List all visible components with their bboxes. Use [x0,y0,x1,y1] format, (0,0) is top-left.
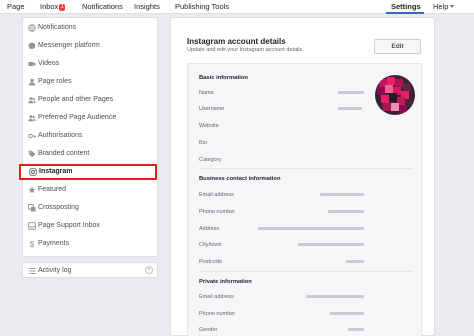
sidebar-item-label: Branded content [38,150,90,157]
tab-insights[interactable]: Insights [134,2,160,11]
sidebar-item-label: Page roles [38,78,72,85]
redacted-value [328,210,364,213]
inbox-badge: 1 [59,4,66,11]
tab-notifications[interactable]: Notifications [82,2,123,11]
sidebar-item-notifications[interactable]: Notifications [23,20,157,36]
account-details-card: Basic information Name Username Website … [187,63,422,336]
tab-help[interactable]: Help [433,2,455,11]
inbox-icon [28,222,36,230]
person-icon [28,78,36,86]
sidebar-item-label: Notifications [38,24,77,31]
sidebar-item-label: Featured [38,186,67,193]
video-icon [28,62,36,66]
sidebar-item-branded-content[interactable]: Branded content [23,146,157,162]
people-icon [28,97,36,104]
tab-help-label: Help [433,2,449,11]
redacted-value [306,295,364,298]
globe-icon [28,24,36,32]
field-label-postcode: Postcode [199,259,222,265]
sidebar-item-payments[interactable]: $ Payments [23,236,157,252]
field-label-gender: Gender [199,327,218,333]
sidebar-item-label: Videos [38,60,60,67]
top-navigation-bar: Page Inbox 1 Notifications Insights Publi… [0,0,474,14]
redacted-value [338,91,364,94]
field-label-email: Email address [199,192,234,198]
edit-button[interactable]: Edit [374,39,421,54]
instagram-icon [29,168,37,176]
sidebar-item-label: Activity log [38,267,72,274]
sidebar-item-label: Instagram [39,168,73,175]
tab-publishing-tools[interactable]: Publishing Tools [175,2,229,11]
sidebar-item-label: Authorisations [38,132,83,139]
expand-icon[interactable]: + [145,266,153,274]
page-title: Instagram account details [187,37,286,46]
profile-picture [375,75,415,115]
sidebar-item-label: Preferred Page Audience [38,114,117,121]
crossposting-icon [28,204,36,212]
field-label-private-phone: Phone number [199,311,236,317]
sidebar-item-label: People and other Pages [38,96,114,103]
sidebar-item-messenger-platform[interactable]: Messenger platform [23,38,157,54]
tag-icon [28,150,36,158]
redacted-value [346,260,364,263]
sidebar-item-label: Page Support Inbox [38,222,100,229]
list-icon [28,268,36,274]
tab-settings[interactable]: Settings [391,2,421,11]
tab-page[interactable]: Page [7,2,25,11]
field-label-address: Address [199,226,220,232]
sidebar-item-people-and-pages[interactable]: People and other Pages [23,92,157,108]
tab-inbox-label: Inbox [40,2,59,11]
page-subtitle: Update and edit your Instagram account d… [187,47,304,53]
sidebar-item-label: Crossposting [38,204,79,211]
sidebar-item-label: Messenger platform [38,42,100,49]
divider [199,168,413,169]
redacted-value [298,243,364,246]
sidebar-item-activity-log[interactable]: Activity log + [23,263,157,279]
settings-sidebar: Notifications Messenger platform Videos … [19,17,158,257]
blurred-avatar-image [375,75,415,115]
svg-text:$: $ [30,240,35,248]
field-label-category: Category [199,157,222,163]
activity-log-panel: Activity log + [22,262,158,278]
sidebar-item-featured[interactable]: Featured [23,182,157,198]
sidebar-item-authorisations[interactable]: Authorisations [23,128,157,144]
instagram-settings-panel: Instagram account details Update and edi… [170,17,435,336]
section-heading-contact: Business contact information [199,176,281,182]
sidebar-item-preferred-audience[interactable]: Preferred Page Audience [23,110,157,126]
field-label-website: Website [199,123,219,129]
messenger-icon [28,42,36,50]
redacted-value [338,107,362,110]
sidebar-item-crossposting[interactable]: Crossposting [23,200,157,216]
field-label-phone: Phone number [199,209,236,215]
sidebar-item-page-roles[interactable]: Page roles [23,74,157,90]
sidebar-item-videos[interactable]: Videos [23,56,157,72]
active-tab-indicator [386,12,424,14]
field-label-bio: Bio [199,140,207,146]
field-label-private-email: Email address [199,294,234,300]
tab-inbox[interactable]: Inbox 1 [40,2,66,11]
field-label-name: Name [199,90,214,96]
divider [199,271,413,272]
redacted-value [330,312,364,315]
sidebar-item-label: Payments [38,240,70,247]
key-icon [28,133,36,139]
section-heading-basic: Basic information [199,75,248,81]
sidebar-item-instagram[interactable]: Instagram [19,164,157,180]
field-label-city: City/town [199,242,222,248]
people-icon [28,115,36,122]
field-label-username: Username [199,106,225,112]
dollar-icon: $ [30,240,35,248]
redacted-value [348,328,364,331]
redacted-value [258,227,364,230]
star-icon [28,186,36,194]
redacted-value [320,193,364,196]
chevron-down-icon [450,5,455,8]
section-heading-private: Private information [199,279,252,285]
sidebar-item-page-support-inbox[interactable]: Page Support Inbox [23,218,157,234]
